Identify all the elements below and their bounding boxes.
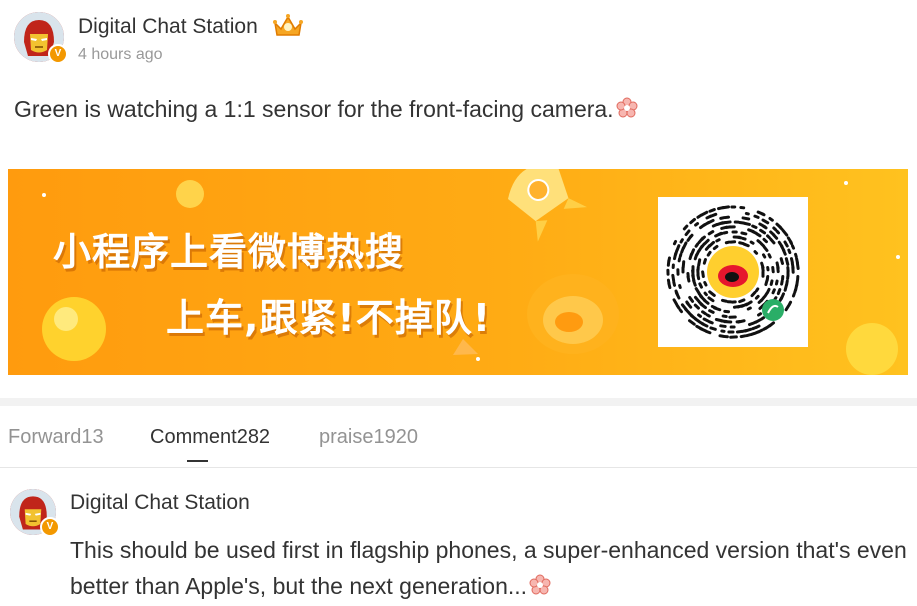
tab-praise[interactable]: praise1920 bbox=[319, 426, 418, 449]
verified-badge: V bbox=[40, 517, 60, 537]
post-avatar[interactable]: V bbox=[14, 12, 64, 62]
verified-badge: V bbox=[48, 44, 68, 64]
comment-body: This should be used first in flagship ph… bbox=[70, 532, 910, 606]
tab-comment[interactable]: Comment282 bbox=[150, 426, 270, 449]
banner-headline: 小程序上看微博热搜 bbox=[53, 221, 404, 276]
active-tab-indicator bbox=[187, 460, 208, 462]
tab-forward[interactable]: Forward13 bbox=[8, 426, 104, 449]
post-text: Green is watching a 1:1 sensor for the f… bbox=[14, 96, 614, 122]
comment-author-name[interactable]: Digital Chat Station bbox=[70, 491, 250, 515]
weibo-mini-program-qr-icon[interactable] bbox=[658, 197, 808, 347]
flower-emoji-icon bbox=[529, 570, 551, 606]
crown-icon bbox=[272, 13, 304, 44]
post-author-name[interactable]: Digital Chat Station bbox=[78, 15, 258, 39]
post-body: Green is watching a 1:1 sensor for the f… bbox=[14, 96, 638, 125]
promo-banner[interactable]: 小程序上看微博热搜 上车,跟紧!不掉队! bbox=[8, 169, 908, 375]
comment-avatar[interactable]: V bbox=[10, 489, 56, 535]
section-divider bbox=[0, 398, 917, 406]
flower-emoji-icon bbox=[616, 97, 638, 125]
comment-text: This should be used first in flagship ph… bbox=[70, 537, 907, 599]
tab-separator bbox=[0, 467, 917, 468]
post-timestamp: 4 hours ago bbox=[78, 46, 163, 64]
banner-subheadline: 上车,跟紧!不掉队! bbox=[166, 287, 491, 342]
